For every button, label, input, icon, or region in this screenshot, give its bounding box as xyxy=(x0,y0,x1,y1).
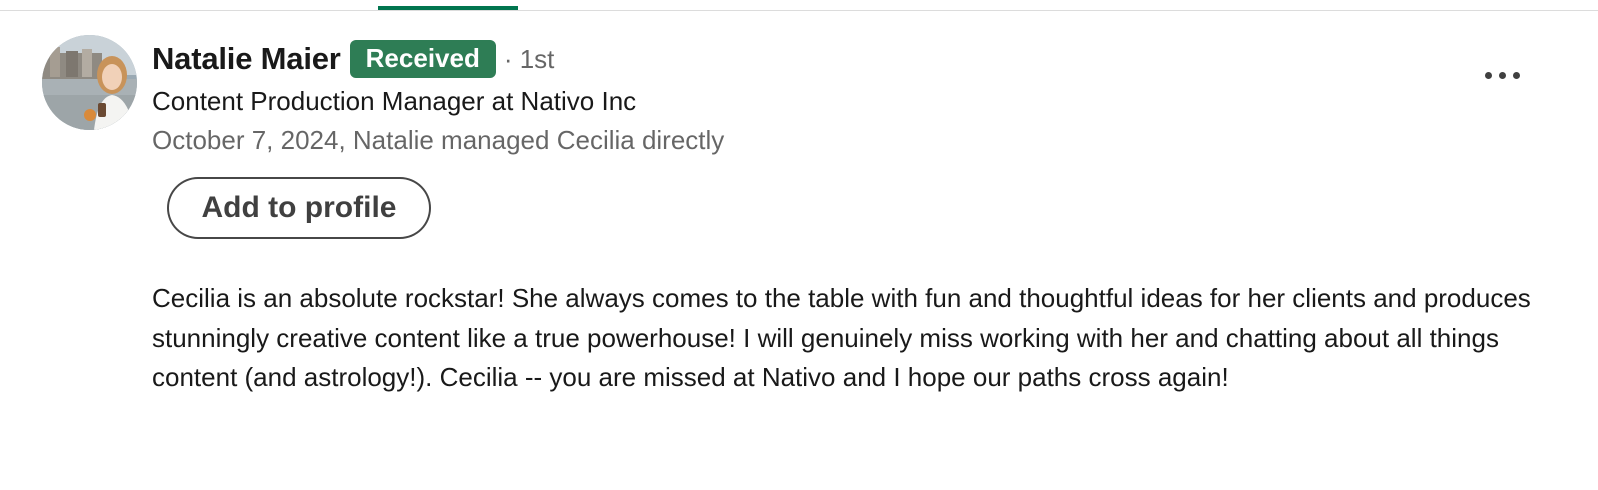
recommendation-card: Natalie Maier Received · 1st Content Pro… xyxy=(0,0,1598,490)
status-badge: Received xyxy=(349,40,496,78)
connection-degree: · 1st xyxy=(503,43,555,74)
recommender-header: Natalie Maier Received · 1st xyxy=(152,38,554,80)
avatar-photo xyxy=(42,35,137,130)
tab-bar-divider xyxy=(0,10,1598,11)
recommender-headline: Content Production Manager at Nativo Inc xyxy=(152,86,637,116)
active-tab-indicator xyxy=(378,6,518,10)
recommender-name[interactable]: Natalie Maier xyxy=(152,41,341,77)
recommendation-meta: October 7, 2024, Natalie managed Cecilia… xyxy=(152,125,725,155)
avatar[interactable] xyxy=(42,35,137,130)
recommendation-text: Cecilia is an absolute rockstar! She alw… xyxy=(152,283,1531,392)
add-to-profile-button[interactable]: Add to profile xyxy=(167,177,431,239)
more-horizontal-icon xyxy=(1481,71,1523,79)
more-options-button[interactable] xyxy=(1474,54,1530,96)
